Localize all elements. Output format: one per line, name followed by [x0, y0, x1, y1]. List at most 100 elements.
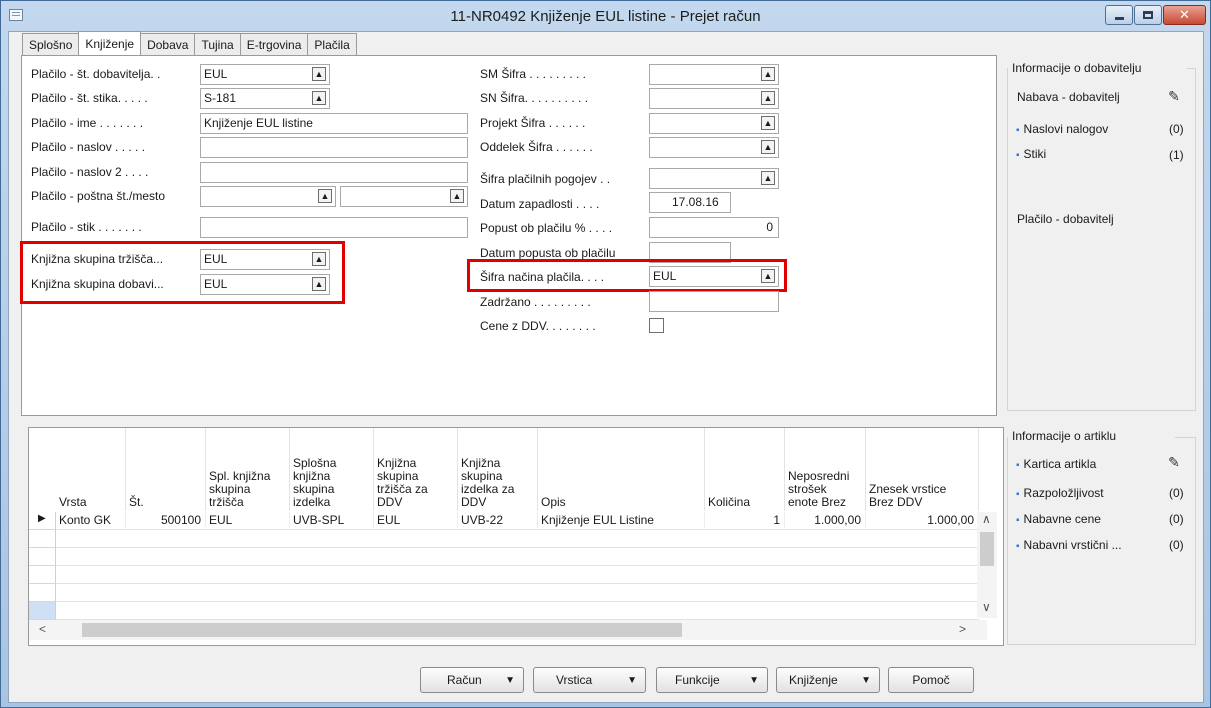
lookup-arrow-icon[interactable]: ▲	[318, 189, 332, 203]
cell-splosna-izdelka[interactable]: UVB-SPL	[290, 512, 374, 530]
lookup-arrow-icon[interactable]: ▲	[761, 91, 775, 105]
supplier-panel-header[interactable]: Nabava - dobavitelj	[1017, 90, 1120, 104]
lookup-arrow-icon[interactable]: ▲	[312, 252, 326, 266]
datum-zapadlosti-field[interactable]: 17.08.16	[649, 192, 731, 213]
row-selector[interactable]	[29, 584, 56, 602]
cell-spl-knjizna[interactable]: EUL	[206, 512, 290, 530]
cell-znesek-vrstice[interactable]: 1.000,00	[866, 512, 979, 530]
col-header-knjizna-izdelka-ddv[interactable]: Knjižna skupina izdelka za DDV	[458, 428, 538, 511]
window-title: 11-NR0492 Knjiženje EUL listine - Prejet…	[450, 8, 761, 25]
col-header-znesek-vrstice[interactable]: Znesek vrstice Brez DDV	[866, 428, 979, 511]
row-selector-new[interactable]	[29, 602, 56, 620]
tab-dobava[interactable]: Dobava	[140, 33, 196, 55]
racun-button[interactable]: Račun ▼	[420, 667, 524, 693]
scroll-right-icon[interactable]: >	[959, 622, 966, 636]
col-header-neposredni-strosek[interactable]: Neposredni strošek enote Brez	[785, 428, 866, 511]
close-button[interactable]: ✕	[1163, 5, 1206, 25]
lookup-arrow-icon[interactable]: ▲	[761, 269, 775, 283]
knjizenje-button[interactable]: Knjiženje ▼	[776, 667, 880, 693]
mesto-field[interactable]: ▲	[340, 186, 468, 207]
cell-opis[interactable]: Knjiženje EUL Listine	[538, 512, 705, 530]
row-selector[interactable]	[29, 548, 56, 566]
ime-field[interactable]: Knjiženje EUL listine	[200, 113, 468, 134]
stiki-link[interactable]: Stiki	[1016, 147, 1047, 161]
lookup-arrow-icon[interactable]: ▲	[312, 67, 326, 81]
lookup-arrow-icon[interactable]: ▲	[450, 189, 464, 203]
table-row[interactable]	[56, 530, 979, 548]
knjizna-skupina-trzisca-field[interactable]: EUL ▲	[200, 249, 330, 270]
pomoc-button[interactable]: Pomoč	[888, 667, 974, 693]
row-selector[interactable]	[29, 530, 56, 548]
table-row[interactable]	[56, 548, 979, 566]
cell-izdelka-ddv[interactable]: UVB-22	[458, 512, 538, 530]
col-header-opis[interactable]: Opis	[538, 428, 705, 511]
row-selector[interactable]: ▶	[29, 512, 56, 530]
horizontal-scroll-thumb[interactable]	[82, 623, 682, 637]
cell-trzisca-ddv[interactable]: EUL	[374, 512, 458, 530]
popust-field[interactable]: 0	[649, 217, 779, 238]
row-selector[interactable]	[29, 566, 56, 584]
zadrzano-field[interactable]	[649, 291, 779, 312]
tab-e-trgovina[interactable]: E-trgovina	[239, 33, 309, 55]
oddelek-sifra-field[interactable]: ▲	[649, 137, 779, 158]
lookup-arrow-icon[interactable]: ▲	[761, 67, 775, 81]
col-header-knjizna-trzisca-ddv[interactable]: Knjižna skupina tržišča za DDV	[374, 428, 458, 511]
tab-placila[interactable]: Plačila	[307, 33, 357, 55]
col-header-kolicina[interactable]: Količina	[705, 428, 785, 511]
lookup-arrow-icon[interactable]: ▲	[312, 277, 326, 291]
lookup-arrow-icon[interactable]: ▲	[312, 91, 326, 105]
cell-st[interactable]: 500100	[126, 512, 206, 530]
datum-popusta-field[interactable]	[649, 242, 731, 263]
table-row[interactable]	[56, 602, 979, 620]
cell-neposredni-strosek[interactable]: 1.000,00	[785, 512, 866, 530]
cell-vrsta[interactable]: Konto GK	[56, 512, 126, 530]
placilni-pogoji-field[interactable]: ▲	[649, 168, 779, 189]
stik-field[interactable]	[200, 217, 468, 238]
vrstica-button[interactable]: Vrstica ▼	[533, 667, 646, 693]
razpolozljivost-link[interactable]: Razpoložljivost	[1016, 486, 1104, 500]
lookup-arrow-icon[interactable]: ▲	[761, 140, 775, 154]
projekt-sifra-field[interactable]: ▲	[649, 113, 779, 134]
edit-pencil-icon[interactable]: ✎	[1164, 453, 1184, 473]
kartica-artikla-link[interactable]: Kartica artikla	[1016, 457, 1097, 471]
col-header-splosna-knjizna-izdelka[interactable]: Splošna knjižna skupina izdelka	[290, 428, 374, 511]
scroll-up-icon[interactable]: ∧	[982, 512, 991, 526]
col-header-spl-knjizna-skupina[interactable]: Spl. knjižna skupina tržišča	[206, 428, 290, 511]
label-postna-mesto: Plačilo - poštna št./mesto	[31, 189, 166, 203]
edit-pencil-icon[interactable]: ✎	[1164, 87, 1184, 107]
scroll-down-icon[interactable]: ∨	[982, 600, 991, 614]
postna-st-field[interactable]: ▲	[200, 186, 336, 207]
naslovi-nalogov-link[interactable]: Naslovi nalogov	[1016, 122, 1109, 136]
label-knjizna-skupina-trzisca: Knjižna skupina tržišča...	[31, 252, 164, 266]
sm-sifra-field[interactable]: ▲	[649, 64, 779, 85]
table-row[interactable]	[56, 566, 979, 584]
funkcije-button[interactable]: Funkcije ▼	[656, 667, 768, 693]
lookup-arrow-icon[interactable]: ▲	[761, 116, 775, 130]
st-stika-field[interactable]: S-181 ▲	[200, 88, 330, 109]
tab-knjizenje[interactable]: Knjiženje	[78, 31, 142, 55]
vertical-scroll-thumb[interactable]	[980, 532, 994, 566]
lookup-arrow-icon[interactable]: ▲	[761, 171, 775, 185]
vertical-scrollbar[interactable]: ∧ ∨	[977, 512, 997, 618]
naslov-field[interactable]	[200, 137, 468, 158]
cene-z-ddv-checkbox[interactable]	[649, 318, 664, 333]
horizontal-scrollbar[interactable]: < >	[29, 620, 987, 640]
knjizna-skupina-dobavitelja-field[interactable]: EUL ▲	[200, 274, 330, 295]
minimize-button[interactable]	[1105, 5, 1133, 25]
maximize-button[interactable]	[1134, 5, 1162, 25]
col-header-vrsta[interactable]: Vrsta	[56, 428, 126, 511]
col-header-st[interactable]: Št.	[126, 428, 206, 511]
st-dobavitelja-field[interactable]: EUL ▲	[200, 64, 330, 85]
scroll-left-icon[interactable]: <	[39, 622, 46, 636]
dropdown-caret-icon: ▼	[749, 674, 759, 686]
nabavne-cene-link[interactable]: Nabavne cene	[1016, 512, 1101, 526]
tab-tujina[interactable]: Tujina	[194, 33, 241, 55]
sifra-nacina-placila-field[interactable]: EUL ▲	[649, 266, 779, 287]
table-row[interactable]	[56, 584, 979, 602]
nabavni-vrsticni-link[interactable]: Nabavni vrstični ...	[1016, 538, 1122, 552]
cell-kolicina[interactable]: 1	[705, 512, 785, 530]
table-row[interactable]: Konto GK 500100 EUL UVB-SPL EUL UVB-22 K…	[56, 512, 979, 530]
tab-splosno[interactable]: Splošno	[22, 33, 80, 55]
naslov-2-field[interactable]	[200, 162, 468, 183]
sn-sifra-field[interactable]: ▲	[649, 88, 779, 109]
